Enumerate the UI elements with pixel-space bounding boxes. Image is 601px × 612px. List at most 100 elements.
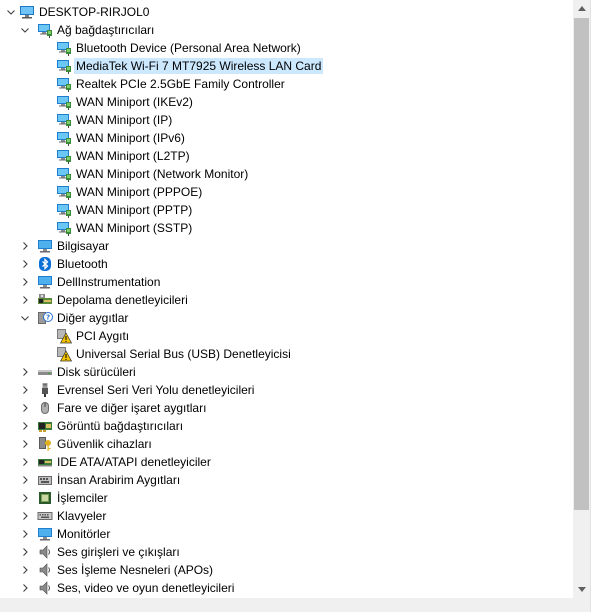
tree-category-ses-isleme-nesneleri-apos[interactable]: Ses İşleme Nesneleri (APOs) [0,561,573,579]
tree-item-label: Klavyeler [57,509,107,523]
tree-category-goruntu-bagdast-r-c-lar[interactable]: Görüntü bağdaştırıcıları [0,417,573,435]
tree-item-label: WAN Miniport (IKEv2) [76,95,193,109]
speaker-icon [37,580,53,596]
tree-device-bluetooth-device-personal-area-network[interactable]: Bluetooth Device (Personal Area Network) [0,39,573,57]
tree-item-label: Ses İşleme Nesneleri (APOs) [57,563,214,577]
storage-controller-icon [37,292,53,308]
tree-device-wan-miniport-ipv6[interactable]: WAN Miniport (IPv6) [0,129,573,147]
tree-category-ses-girisleri-ve-c-k-slar[interactable]: Ses girişleri ve çıkışları [0,543,573,561]
tree-item-label: Güvenlik cihazları [57,437,152,451]
tree-device-pci-ayg-t[interactable]: PCI Aygıtı [0,327,573,345]
tree-device-wan-miniport-network-monitor[interactable]: WAN Miniport (Network Monitor) [0,165,573,183]
tree-category-guvenlik-cihazlar[interactable]: Güvenlik cihazları [0,435,573,453]
tree-item-label: Ses, video ve oyun denetleyicileri [57,581,235,595]
network-adapter-icon [56,148,72,164]
tree-device-wan-miniport-ikev2[interactable]: WAN Miniport (IKEv2) [0,93,573,111]
tree-item-label: Bilgisayar [57,239,110,253]
ide-controller-icon [37,454,53,470]
chevron-right-icon[interactable] [20,403,30,413]
tree-item-label: DESKTOP-RIRJOL0 [39,5,150,19]
vertical-scrollbar[interactable] [573,0,590,598]
chevron-right-icon[interactable] [20,241,30,251]
chevron-right-icon[interactable] [20,493,30,503]
processor-icon [37,490,53,506]
chevron-down-icon[interactable] [6,7,16,17]
chevron-right-icon[interactable] [20,421,30,431]
svg-text:?: ? [46,314,50,322]
mouse-icon [37,400,53,416]
tree-category-ide-ata-atapi-denetleyiciler[interactable]: IDE ATA/ATAPI denetleyiciler [0,453,573,471]
warning-device-icon [56,346,72,362]
device-tree[interactable]: DESKTOP-RIRJOL0 Ağ bağdaştırıcıları Blueto… [0,0,573,598]
monitor-icon [37,238,53,254]
tree-item-label: Realtek PCIe 2.5GbE Family Controller [76,77,285,91]
chevron-right-icon[interactable] [20,439,30,449]
chevron-right-icon[interactable] [20,259,30,269]
warning-device-icon [56,328,72,344]
tree-device-wan-miniport-ip[interactable]: WAN Miniport (IP) [0,111,573,129]
tree-device-wan-miniport-l2tp[interactable]: WAN Miniport (L2TP) [0,147,573,165]
chevron-down-icon[interactable] [20,313,30,323]
tree-item-label: WAN Miniport (Network Monitor) [76,167,249,181]
network-adapter-icon [56,40,72,56]
tree-device-wan-miniport-sstp[interactable]: WAN Miniport (SSTP) [0,219,573,237]
tree-root[interactable]: DESKTOP-RIRJOL0 [0,3,573,21]
network-adapter-icon [56,130,72,146]
tree-item-label: PCI Aygıtı [76,329,130,343]
chevron-right-icon[interactable] [20,529,30,539]
chevron-right-icon[interactable] [20,547,30,557]
tree-category-disk-suruculeri[interactable]: Disk sürücüleri [0,363,573,381]
tree-item-label: Depolama denetleyicileri [57,293,188,307]
bluetooth-icon [37,256,53,272]
tree-item-label: İnsan Arabirim Aygıtları [57,473,181,487]
tree-device-realtek-pcie-2-5gbe-family-controller[interactable]: Realtek PCIe 2.5GbE Family Controller [0,75,573,93]
tree-category-diger-ayg-tlar[interactable]: ? Diğer aygıtlar [0,309,573,327]
network-adapter-icon [56,220,72,236]
scroll-up-arrow-icon[interactable] [573,0,590,17]
tree-device-mediatek-wi-fi-7-mt7925-wireless-lan-card[interactable]: MediaTek Wi-Fi 7 MT7925 Wireless LAN Car… [0,57,573,75]
tree-category-bilgisayar[interactable]: Bilgisayar [0,237,573,255]
tree-category-islemciler[interactable]: İşlemciler [0,489,573,507]
tree-item-label: WAN Miniport (PPTP) [76,203,193,217]
network-adapter-icon [56,94,72,110]
tree-device-universal-serial-bus-usb-denetleyicisi[interactable]: Universal Serial Bus (USB) Denetleyicisi [0,345,573,363]
tree-category-ses-video-ve-oyun-denetleyicileri[interactable]: Ses, video ve oyun denetleyicileri [0,579,573,597]
tree-item-label: WAN Miniport (L2TP) [76,149,190,163]
speaker-icon [37,544,53,560]
chevron-right-icon[interactable] [20,457,30,467]
tree-item-label: Ses girişleri ve çıkışları [57,545,180,559]
tree-category-ag-bagdast-r-c-lar[interactable]: Ağ bağdaştırıcıları [0,21,573,39]
tree-device-wan-miniport-pppoe[interactable]: WAN Miniport (PPPOE) [0,183,573,201]
tree-device-wan-miniport-pptp[interactable]: WAN Miniport (PPTP) [0,201,573,219]
tree-item-label: Görüntü bağdaştırıcıları [57,419,184,433]
chevron-right-icon[interactable] [20,277,30,287]
tree-item-label: Evrensel Seri Veri Yolu denetleyicileri [57,383,255,397]
tree-category-bluetooth[interactable]: Bluetooth [0,255,573,273]
chevron-right-icon[interactable] [20,475,30,485]
tree-item-label: WAN Miniport (PPPOE) [76,185,203,199]
tree-item-label: Bluetooth [57,257,108,271]
tree-category-evrensel-seri-veri-yolu-denetleyicileri[interactable]: Evrensel Seri Veri Yolu denetleyicileri [0,381,573,399]
chevron-down-icon[interactable] [20,25,30,35]
tree-category-monitorler[interactable]: Monitörler [0,525,573,543]
scroll-down-arrow-icon[interactable] [573,581,590,598]
chevron-right-icon[interactable] [20,565,30,575]
chevron-right-icon[interactable] [20,385,30,395]
unknown-device-icon: ? [37,310,53,326]
tree-category-klavyeler[interactable]: Klavyeler [0,507,573,525]
horizontal-scrollbar[interactable] [0,598,573,612]
tree-item-label: Universal Serial Bus (USB) Denetleyicisi [76,347,291,361]
scrollbar-thumb[interactable] [574,18,589,510]
monitor-icon [37,526,53,542]
tree-item-label: Disk sürücüleri [57,365,136,379]
tree-category-dellinstrumentation[interactable]: DellInstrumentation [0,273,573,291]
chevron-right-icon[interactable] [20,295,30,305]
hid-icon [37,472,53,488]
tree-item-label: WAN Miniport (SSTP) [76,221,193,235]
tree-category-depolama-denetleyicileri[interactable]: Depolama denetleyicileri [0,291,573,309]
tree-category-fare-ve-diger-isaret-ayg-tlar[interactable]: Fare ve diğer işaret aygıtları [0,399,573,417]
tree-category-insan-arabirim-ayg-tlar[interactable]: İnsan Arabirim Aygıtları [0,471,573,489]
chevron-right-icon[interactable] [20,367,30,377]
chevron-right-icon[interactable] [20,511,30,521]
chevron-right-icon[interactable] [20,583,30,593]
